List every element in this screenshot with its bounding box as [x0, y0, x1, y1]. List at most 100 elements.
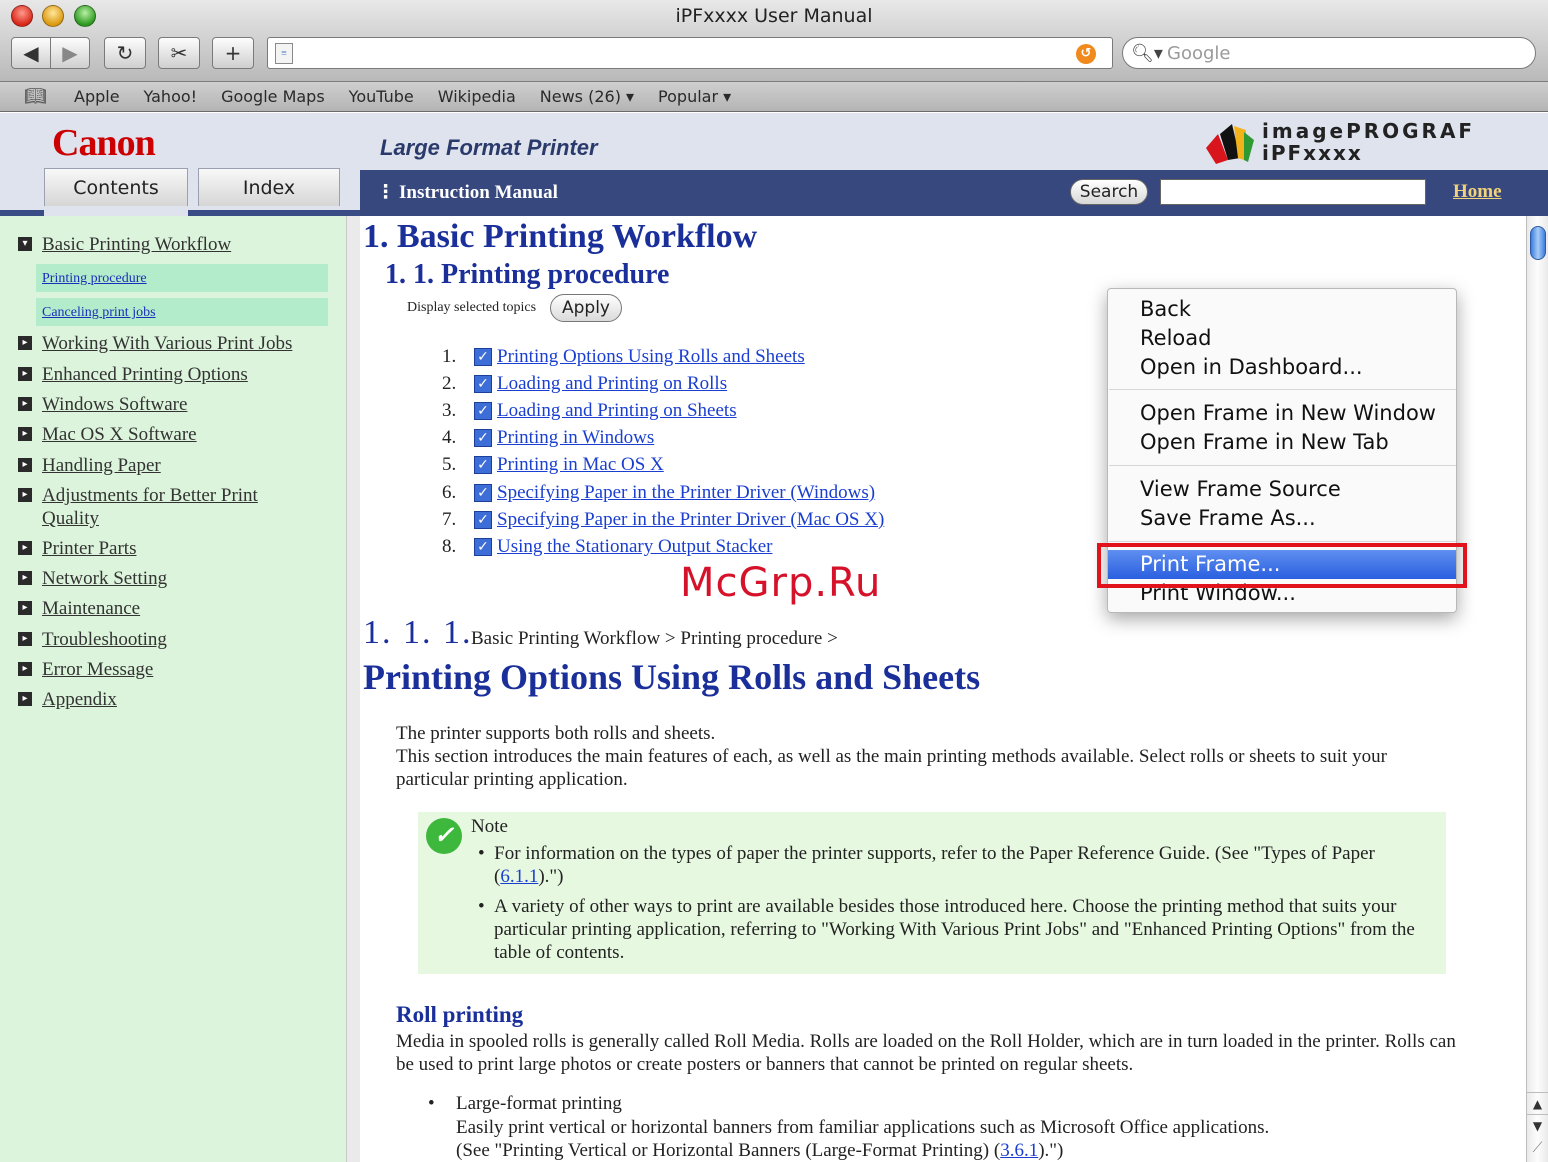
- table-of-contents: ▾ Basic Printing Workflow Printing proced…: [0, 216, 346, 1162]
- section-link[interactable]: 3.6.1: [1000, 1140, 1038, 1161]
- checkbox-checked-icon[interactable]: ✓: [474, 429, 492, 447]
- toc-item-appendix[interactable]: ▸ Appendix: [18, 688, 117, 711]
- topic-link[interactable]: Printing Options Using Rolls and Sheets: [497, 346, 805, 368]
- search-icon[interactable]: 🔍︎▾: [1131, 43, 1167, 64]
- topic-item: 6. ✓ Specifying Paper in the Printer Drive…: [442, 482, 876, 504]
- menu-item-reload[interactable]: Reload: [1108, 324, 1456, 353]
- search-input[interactable]: [1167, 42, 1507, 64]
- section-number: 1. 1. 1.: [363, 614, 473, 651]
- model-name: iPFxxxx: [1262, 141, 1363, 165]
- home-link[interactable]: Home: [1453, 181, 1502, 203]
- roll-printing-heading: Roll printing: [396, 1002, 524, 1027]
- menu-item-back[interactable]: Back: [1108, 295, 1456, 324]
- bookmark-google-maps[interactable]: Google Maps: [221, 87, 325, 106]
- search-bar[interactable]: 🔍︎▾: [1122, 37, 1536, 69]
- back-button[interactable]: ◀: [11, 37, 51, 69]
- bookmark-news[interactable]: News (26) ▾: [540, 87, 634, 106]
- expand-icon[interactable]: ▸: [18, 632, 32, 646]
- expand-icon[interactable]: ▸: [18, 397, 32, 411]
- topic-link[interactable]: Loading and Printing on Sheets: [497, 400, 737, 422]
- watermark: McGrp.Ru: [680, 560, 882, 606]
- toc-item-error-message[interactable]: ▸ Error Message: [18, 658, 153, 681]
- checkbox-checked-icon[interactable]: ✓: [474, 402, 492, 420]
- topic-link[interactable]: Printing in Windows: [497, 427, 654, 449]
- manual-search-input[interactable]: [1160, 179, 1426, 205]
- manual-nav-band: Instruction Manual Search Home: [360, 170, 1548, 216]
- collapse-icon[interactable]: ▾: [18, 237, 32, 251]
- note-box: ✓ Note • For information on the types of…: [418, 812, 1446, 974]
- address-bar[interactable]: ≡ ↺: [267, 37, 1113, 69]
- toc-item-maintenance[interactable]: ▸ Maintenance: [18, 597, 140, 620]
- bookmark-youtube[interactable]: YouTube: [349, 87, 414, 106]
- tab-index[interactable]: Index: [198, 168, 340, 206]
- expand-icon[interactable]: ▸: [18, 488, 32, 502]
- expand-icon[interactable]: ▸: [18, 662, 32, 676]
- tab-contents[interactable]: Contents: [44, 168, 188, 206]
- toc-item-troubleshooting[interactable]: ▸ Troubleshooting: [18, 628, 167, 651]
- toc-sub-canceling-print-jobs[interactable]: Canceling print jobs: [36, 298, 328, 326]
- imageprograf-logo-icon: [1206, 124, 1254, 164]
- scroll-down-arrow-icon[interactable]: ▼: [1527, 1114, 1548, 1136]
- toc-sub-printing-procedure[interactable]: Printing procedure: [36, 264, 328, 292]
- expand-icon[interactable]: ▸: [18, 601, 32, 615]
- menu-item-save-frame-as[interactable]: Save Frame As...: [1108, 504, 1456, 533]
- checkbox-checked-icon[interactable]: ✓: [474, 511, 492, 529]
- menu-item-open-frame-new-tab[interactable]: Open Frame in New Tab: [1108, 428, 1456, 457]
- expand-icon[interactable]: ▸: [18, 571, 32, 585]
- topic-link[interactable]: Specifying Paper in the Printer Driver (…: [497, 482, 875, 504]
- bookmarks-book-icon[interactable]: 📖︎: [24, 86, 52, 107]
- frame-splitter[interactable]: [346, 216, 360, 1162]
- scroll-up-arrow-icon[interactable]: ▲: [1527, 1092, 1548, 1114]
- bookmarks-bar: 📖︎ Apple Yahoo! Google Maps YouTube Wiki…: [0, 82, 1548, 112]
- topic-link[interactable]: Loading and Printing on Rolls: [497, 373, 727, 395]
- menu-separator: [1109, 389, 1456, 390]
- topic-link[interactable]: Specifying Paper in the Printer Driver (…: [497, 509, 884, 531]
- checkbox-checked-icon[interactable]: ✓: [474, 348, 492, 366]
- browser-titlebar: iPFxxxx User Manual ◀ ▶ ↻ ✂ + ≡ ↺ 🔍︎▾: [0, 0, 1548, 82]
- content-scrollbar[interactable]: ▲ ▼ ⟋: [1526, 216, 1548, 1162]
- topic-item: 1. ✓ Printing Options Using Rolls and Shee…: [442, 346, 805, 368]
- toc-item-handling-paper[interactable]: ▸ Handling Paper: [18, 454, 161, 477]
- bookmark-apple[interactable]: Apple: [74, 87, 120, 106]
- expand-icon[interactable]: ▸: [18, 692, 32, 706]
- toc-item-network-setting[interactable]: ▸ Network Setting: [18, 567, 167, 590]
- checkbox-checked-icon[interactable]: ✓: [474, 484, 492, 502]
- checkbox-checked-icon[interactable]: ✓: [474, 375, 492, 393]
- toc-item-working-with-various-print-jobs[interactable]: ▸ Working With Various Print Jobs: [18, 332, 292, 355]
- snapback-icon[interactable]: ↺: [1076, 44, 1096, 64]
- forward-button[interactable]: ▶: [50, 37, 90, 69]
- expand-icon[interactable]: ▸: [18, 458, 32, 472]
- expand-icon[interactable]: ▸: [18, 336, 32, 350]
- topic-link[interactable]: Printing in Mac OS X: [497, 454, 664, 476]
- menu-item-open-frame-new-window[interactable]: Open Frame in New Window: [1108, 399, 1456, 428]
- toc-item-basic-printing-workflow[interactable]: ▾ Basic Printing Workflow: [18, 233, 231, 256]
- expand-icon[interactable]: ▸: [18, 427, 32, 441]
- checkbox-checked-icon[interactable]: ✓: [474, 538, 492, 556]
- window-title: iPFxxxx User Manual: [675, 5, 873, 27]
- scroll-thumb[interactable]: [1530, 226, 1546, 260]
- bookmark-popular[interactable]: Popular ▾: [658, 87, 731, 106]
- expand-icon[interactable]: ▸: [18, 367, 32, 381]
- menu-item-open-in-dashboard[interactable]: Open in Dashboard...: [1108, 353, 1456, 382]
- topic-item: 2. ✓ Loading and Printing on Rolls: [442, 373, 728, 395]
- forward-arrow-icon: ▶: [62, 41, 78, 65]
- toc-item-adjustments[interactable]: ▸ Adjustments for Better Print Quality: [18, 484, 288, 530]
- bookmark-wikipedia[interactable]: Wikipedia: [438, 87, 516, 106]
- manual-search-button[interactable]: Search: [1070, 179, 1148, 205]
- toc-item-enhanced-printing-options[interactable]: ▸ Enhanced Printing Options: [18, 363, 248, 386]
- section-link[interactable]: 6.1.1: [500, 866, 538, 887]
- expand-icon[interactable]: ▸: [18, 541, 32, 555]
- resize-grip-icon[interactable]: ⟋: [1527, 1140, 1548, 1161]
- toc-item-mac-os-x-software[interactable]: ▸ Mac OS X Software: [18, 423, 197, 446]
- toc-item-printer-parts[interactable]: ▸ Printer Parts: [18, 537, 136, 560]
- bookmark-yahoo[interactable]: Yahoo!: [144, 87, 198, 106]
- toc-item-windows-software[interactable]: ▸ Windows Software: [18, 393, 187, 416]
- topic-link[interactable]: Using the Stationary Output Stacker: [497, 536, 772, 558]
- web-clip-button[interactable]: ✂: [158, 37, 200, 69]
- menu-item-view-frame-source[interactable]: View Frame Source: [1108, 475, 1456, 504]
- reload-button[interactable]: ↻: [104, 37, 146, 69]
- add-bookmark-button[interactable]: +: [212, 37, 254, 69]
- checkbox-checked-icon[interactable]: ✓: [474, 456, 492, 474]
- nav-title: Instruction Manual: [376, 181, 558, 204]
- apply-button[interactable]: Apply: [550, 294, 622, 322]
